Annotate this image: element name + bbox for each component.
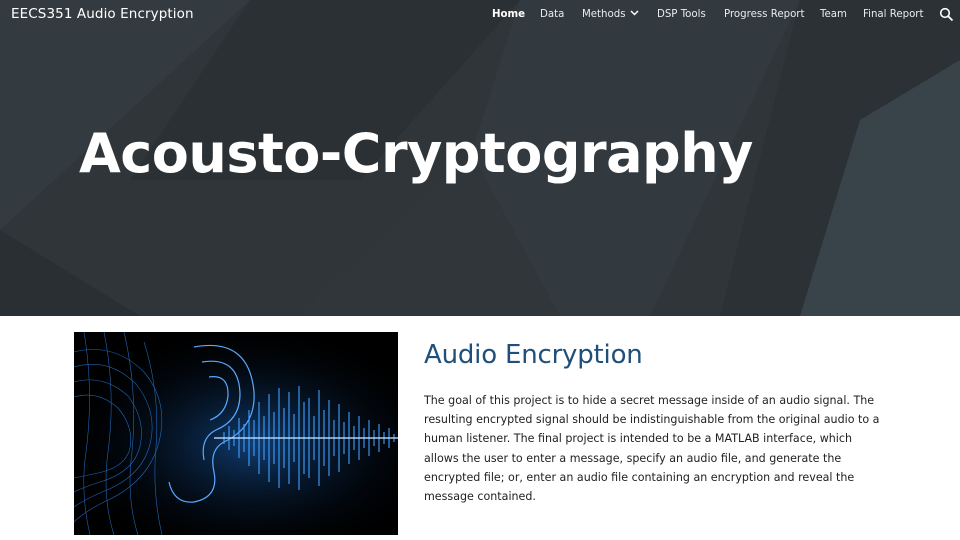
nav-item-team[interactable]: Team (820, 9, 847, 20)
section-heading: Audio Encryption (424, 340, 643, 370)
nav-item-progress-report[interactable]: Progress Report (724, 9, 804, 20)
nav-item-methods[interactable]: Methods (582, 9, 639, 20)
top-navigation-bar: EECS351 Audio Encryption Home Data Metho… (0, 0, 960, 30)
search-icon[interactable] (939, 7, 954, 22)
ear-soundwave-illustration (74, 332, 398, 535)
section-description: The goal of this project is to hide a se… (424, 394, 880, 504)
chevron-down-icon (630, 10, 639, 16)
hero-banner: EECS351 Audio Encryption Home Data Metho… (0, 0, 960, 316)
nav-item-dsp-tools[interactable]: DSP Tools (657, 9, 706, 20)
nav-item-final-report[interactable]: Final Report (863, 9, 924, 20)
nav-item-home[interactable]: Home (492, 9, 525, 20)
ear-soundwave-image (74, 332, 398, 535)
site-title[interactable]: EECS351 Audio Encryption (11, 6, 194, 22)
nav-item-methods-label: Methods (582, 9, 626, 20)
nav-item-data[interactable]: Data (540, 9, 564, 20)
page-title: Acousto-Cryptography (79, 122, 753, 185)
